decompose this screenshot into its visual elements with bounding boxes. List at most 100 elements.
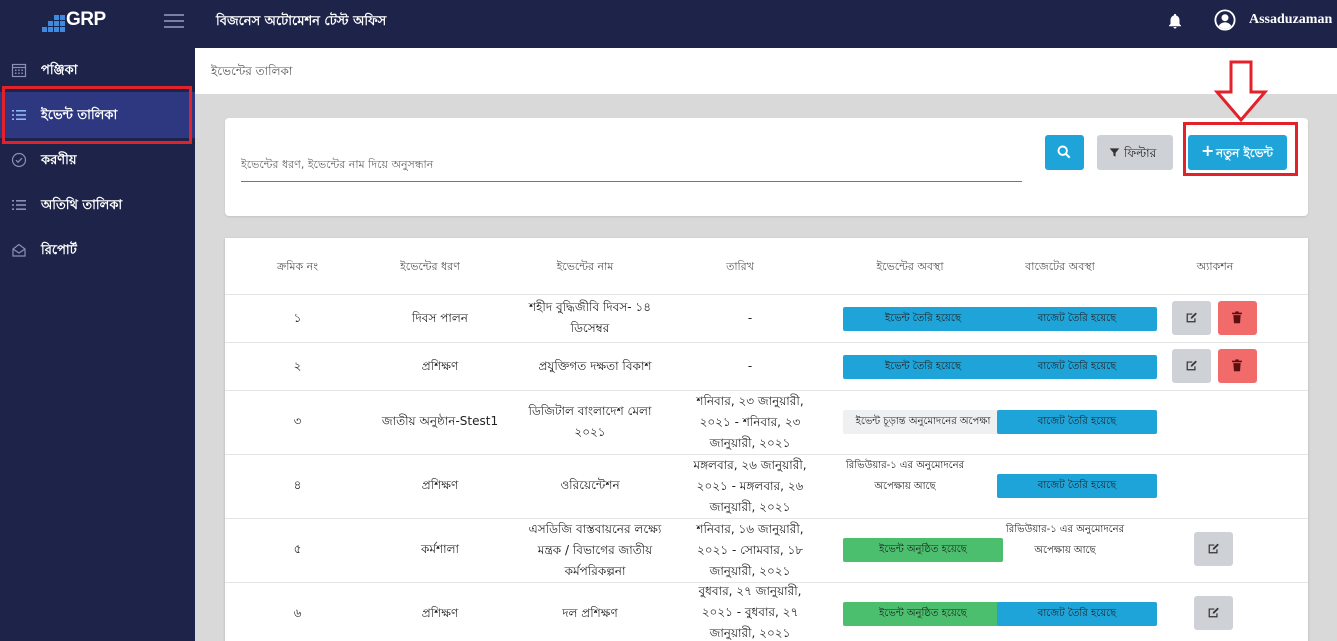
sidebar-item-calendar[interactable]: পঞ্জিকা <box>0 48 195 92</box>
cell-date: - <box>747 359 753 373</box>
cell-serial: ১ <box>293 311 302 325</box>
cell-serial: ৫ <box>293 542 302 556</box>
cell-date: মঙ্গলবার, ২৬ জানুয়ারী, ২০২১ - মঙ্গলবার,… <box>693 458 807 514</box>
cell-date: শনিবার, ২৩ জানুয়ারী, ২০২১ - শনিবার, ২৩ … <box>696 394 804 450</box>
cell-name: শহীদ বুদ্ধিজীবি দিবস- ১৪ ডিসেম্বর <box>528 300 652 335</box>
filter-button-label: ফিল্টার <box>1124 146 1157 160</box>
cell-date: বুধবার, ২৭ জানুয়ারী, ২০২১ - বুধবার, ২৭ … <box>698 584 802 640</box>
cell-date: - <box>747 311 753 325</box>
breadcrumb-bar: ইভেন্টের তালিকা <box>195 48 1337 94</box>
event-status-badge: ইভেন্ট অনুষ্ঠিত হয়েছে <box>843 602 1003 626</box>
cell-serial: ২ <box>293 359 302 373</box>
user-name[interactable]: Assaduzaman <box>1249 12 1332 28</box>
trash-icon <box>1232 311 1242 324</box>
budget-status-badge: বাজেট তৈরি হয়েছে <box>997 474 1157 498</box>
sidebar-item-guest-list[interactable]: অতিথি তালিকা <box>0 183 195 227</box>
grp-logo[interactable]: GRP <box>42 9 106 37</box>
budget-status-badge: বাজেট তৈরি হয়েছে <box>997 307 1157 331</box>
delete-button[interactable] <box>1218 301 1257 335</box>
col-header-serial: ক্রমিক নং <box>277 260 318 273</box>
cell-type: কর্মশালা <box>420 542 460 556</box>
list-icon <box>12 110 26 120</box>
annotation-arrow-icon <box>1213 60 1269 123</box>
sidebar-item-label: অতিথি তালিকা <box>41 198 123 213</box>
cell-serial: ৬ <box>293 606 302 620</box>
sidebar-item-report[interactable]: রিপোর্ট <box>0 228 195 272</box>
event-status-badge: ইভেন্ট তৈরি হয়েছে <box>843 307 1003 331</box>
cell-type: প্রশিক্ষণ <box>421 606 459 620</box>
edit-button[interactable] <box>1172 301 1211 335</box>
event-status-badge: ইভেন্ট তৈরি হয়েছে <box>843 355 1003 379</box>
table-row: ২ প্রশিক্ষণ প্রযুক্তিগত দক্ষতা বিকাশ - ই… <box>225 343 1308 391</box>
cell-type: প্রশিক্ষণ <box>421 478 459 492</box>
search-icon <box>1057 145 1071 159</box>
sidebar-item-label: রিপোর্ট <box>41 243 77 258</box>
logo-dots-icon <box>42 15 65 33</box>
edit-icon <box>1186 360 1197 371</box>
edit-icon <box>1186 312 1197 323</box>
edit-icon <box>1208 543 1219 554</box>
col-header-date: তারিখ <box>726 260 754 273</box>
budget-status-badge: বাজেট তৈরি হয়েছে <box>997 410 1157 434</box>
col-header-event-status: ইভেন্টের অবস্থা <box>876 260 944 273</box>
col-header-budget-status: বাজেটের অবস্থা <box>1025 260 1095 273</box>
table-row: ৩ জাতীয় অনুষ্ঠান-Stest1 ডিজিটাল বাংলাদে… <box>225 391 1308 455</box>
event-status-text: রিভিউয়ার-১ এর অনুমোদনের অপেক্ষায় আছে <box>845 460 965 492</box>
col-header-name: ইভেন্টের নাম <box>556 260 614 273</box>
new-event-button-label: নতুন ইভেন্ট <box>1216 146 1273 160</box>
bell-icon[interactable] <box>1166 12 1184 30</box>
cell-serial: ৩ <box>293 414 302 428</box>
office-title: বিজনেস অটোমেশন টেস্ট অফিস <box>216 14 387 29</box>
col-header-action: অ্যাকশন <box>1196 260 1234 273</box>
sidebar-item-label: পঞ্জিকা <box>41 63 78 78</box>
budget-status-text: রিভিউয়ার-১ এর অনুমোদনের অপেক্ষায় আছে <box>1005 524 1125 556</box>
table-row: ৫ কর্মশালা এসডিজি বাস্তবায়নের লক্ষ্যে ম… <box>225 519 1308 583</box>
search-card: ফিল্টার + নতুন ইভেন্ট <box>225 118 1308 216</box>
cell-name: ওরিয়েন্টেশন <box>560 478 620 492</box>
edit-button[interactable] <box>1194 532 1233 566</box>
user-avatar-icon[interactable] <box>1214 9 1236 31</box>
table-header: ক্রমিক নং ইভেন্টের ধরণ ইভেন্টের নাম তারি… <box>225 238 1308 295</box>
trash-icon <box>1232 359 1242 372</box>
cell-type: দিবস পালন <box>412 311 468 325</box>
col-header-type: ইভেন্টের ধরণ <box>400 260 460 273</box>
cell-serial: ৪ <box>293 478 302 492</box>
edit-button[interactable] <box>1194 596 1233 630</box>
cell-date: শনিবার, ১৬ জানুয়ারী, ২০২১ - সোমবার, ১৮ … <box>696 522 804 578</box>
cell-name: প্রযুক্তিগত দক্ষতা বিকাশ <box>538 359 652 373</box>
calendar-icon <box>11 63 27 78</box>
event-status-badge: ইভেন্ট অনুষ্ঠিত হয়েছে <box>843 538 1003 562</box>
sidebar-item-event-list[interactable]: ইভেন্ট তালিকা <box>0 92 195 138</box>
delete-button[interactable] <box>1218 349 1257 383</box>
sidebar-item-todo[interactable]: করণীয় <box>0 138 195 182</box>
filter-icon <box>1109 148 1120 157</box>
table-row: ১ দিবস পালন শহীদ বুদ্ধিজীবি দিবস- ১৪ ডিস… <box>225 295 1308 343</box>
sidebar-item-label: ইভেন্ট তালিকা <box>41 108 118 123</box>
search-input[interactable] <box>241 148 1022 182</box>
edit-button[interactable] <box>1172 349 1211 383</box>
new-event-button[interactable]: + নতুন ইভেন্ট <box>1188 135 1287 170</box>
budget-status-badge: বাজেট তৈরি হয়েছে <box>997 355 1157 379</box>
sidebar-item-label: করণীয় <box>41 153 77 168</box>
report-icon <box>12 243 26 257</box>
filter-button[interactable]: ফিল্টার <box>1097 135 1173 170</box>
list-icon <box>12 200 26 210</box>
plus-icon: + <box>1201 141 1215 160</box>
logo-text: GRP <box>66 9 106 30</box>
search-button[interactable] <box>1045 135 1084 170</box>
hamburger-menu-icon[interactable] <box>164 12 186 30</box>
breadcrumb: ইভেন্টের তালিকা <box>211 64 293 78</box>
sidebar: পঞ্জিকা ইভেন্ট তালিকা করণীয় অতিথি তালিক… <box>0 48 195 641</box>
cell-type: জাতীয় অনুষ্ঠান-Stest1 <box>381 414 499 428</box>
edit-icon <box>1208 607 1219 618</box>
table-row: ৪ প্রশিক্ষণ ওরিয়েন্টেশন মঙ্গলবার, ২৬ জা… <box>225 455 1308 519</box>
cell-name: দল প্রশিক্ষণ <box>562 606 618 620</box>
event-status-badge: ইভেন্ট চূড়ান্ত অনুমোদনের অপেক্ষা <box>843 410 1003 434</box>
table-row: ৬ প্রশিক্ষণ দল প্রশিক্ষণ বুধবার, ২৭ জানু… <box>225 583 1308 641</box>
check-circle-icon <box>11 152 27 168</box>
cell-type: প্রশিক্ষণ <box>421 359 459 373</box>
cell-name: এসডিজি বাস্তবায়নের লক্ষ্যে মন্ত্রক / বি… <box>528 522 662 578</box>
event-table: ক্রমিক নং ইভেন্টের ধরণ ইভেন্টের নাম তারি… <box>225 238 1308 641</box>
budget-status-badge: বাজেট তৈরি হয়েছে <box>997 602 1157 626</box>
top-navbar: GRP বিজনেস অটোমেশন টেস্ট অফিস Assaduzama… <box>0 0 1337 48</box>
